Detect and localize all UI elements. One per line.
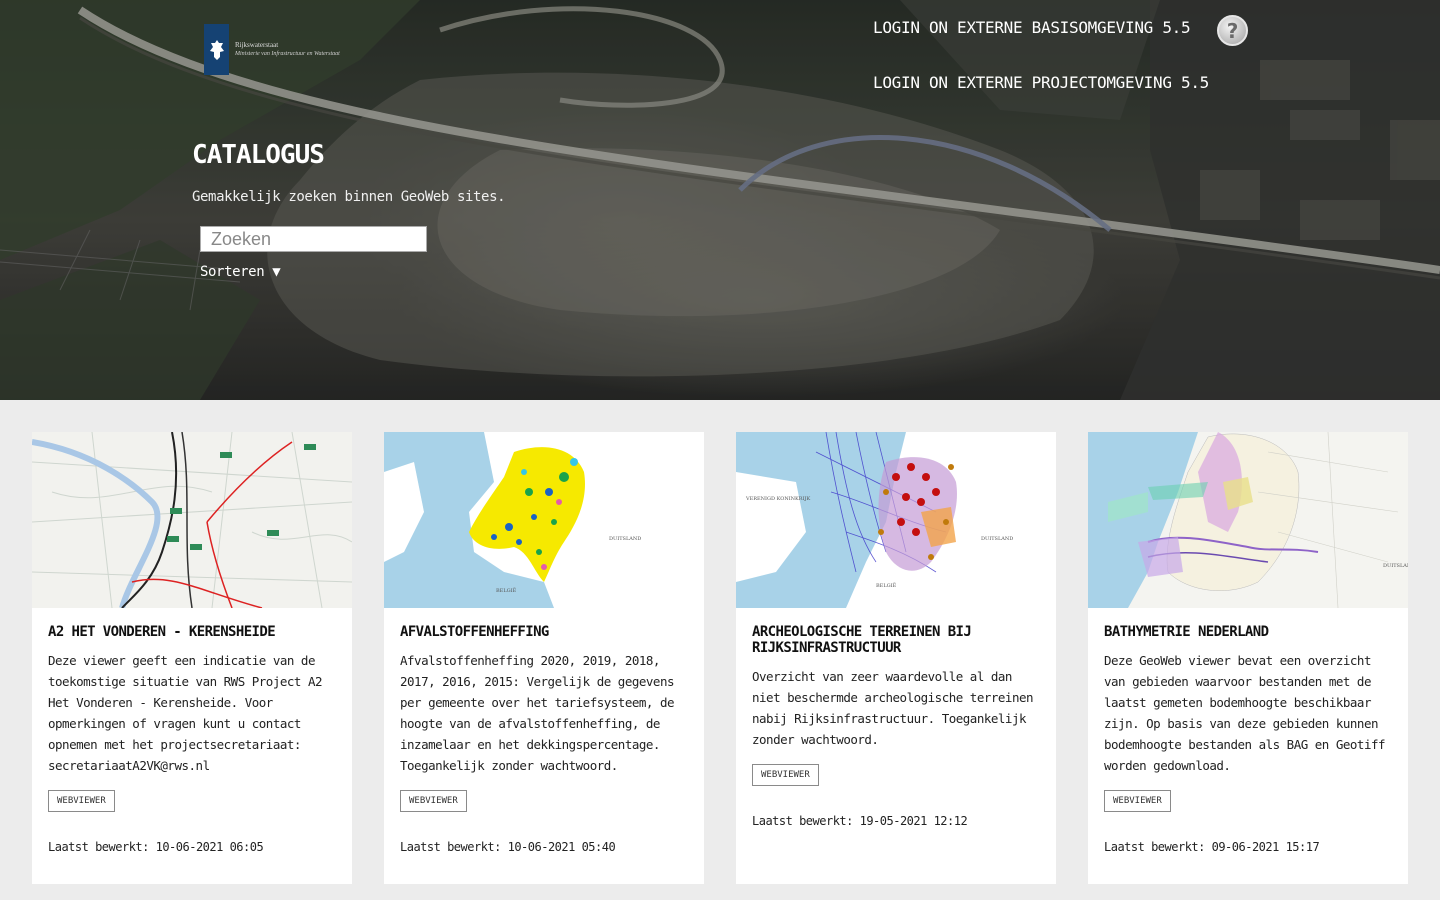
search-input[interactable] [200,226,427,252]
catalog-card: DUITSLAND BATHYMETRIE NEDERLAND Deze Geo… [1088,432,1408,884]
card-thumbnail-map[interactable]: VERENIGD KONINKRIJK DUITSLAND BELGIË [736,432,1056,608]
question-mark-icon[interactable]: ? [1217,15,1248,46]
webviewer-button[interactable]: WEBVIEWER [48,790,115,812]
webviewer-button[interactable]: WEBVIEWER [1104,790,1171,812]
page-title: CATALOGUS [192,140,325,170]
card-title[interactable]: A2 HET VONDEREN - KERENSHEIDE [48,624,336,640]
logo-line-2: Ministerie van Infrastructuur en Waterst… [235,50,340,57]
card-description: Afvalstoffenheffing 2020, 2019, 2018, 20… [400,653,675,773]
logo-line-1: Rijkswaterstaat [235,40,279,49]
card-thumbnail-map[interactable]: DUITSLAND BELGIË [384,432,704,608]
map-label-belgie: BELGIË [876,582,897,589]
card-description: Overzicht van zeer waardevolle al dan ni… [752,669,1034,747]
catalog-card: VERENIGD KONINKRIJK DUITSLAND BELGIË ARC… [736,432,1056,884]
crest-icon [204,24,229,75]
card-thumbnail-map[interactable]: DUITSLAND [1088,432,1408,608]
card-thumbnail-map[interactable] [32,432,352,608]
sort-dropdown[interactable]: Sorteren ▼ [200,264,281,280]
card-title[interactable]: ARCHEOLOGISCHE TERREINEN BIJ RIJKSINFRAS… [752,624,1040,656]
card-description: Deze viewer geeft een indicatie van de t… [48,653,323,773]
map-label-duitsland: DUITSLAND [981,536,1013,542]
card-last-edited: Laatst bewerkt: 10-06-2021 05:40 [400,840,616,854]
webviewer-button[interactable]: WEBVIEWER [400,790,467,812]
card-last-edited: Laatst bewerkt: 19-05-2021 12:12 [752,814,968,828]
card-description: Deze GeoWeb viewer bevat een overzicht v… [1104,653,1386,773]
card-last-edited: Laatst bewerkt: 10-06-2021 06:05 [48,840,264,854]
map-label-duitsland: DUITSLAND [609,536,641,542]
catalog-card: A2 HET VONDEREN - KERENSHEIDE Deze viewe… [32,432,352,884]
card-title[interactable]: AFVALSTOFFENHEFFING [400,624,688,640]
logo-wordmark: Rijkswaterstaat Ministerie van Infrastru… [235,41,340,59]
login-basisomgeving-link[interactable]: LOGIN ON EXTERNE BASISOMGEVING 5.5 [873,18,1191,37]
map-label-belgie: BELGIË [496,587,517,594]
hero-banner: Rijkswaterstaat Ministerie van Infrastru… [0,0,1440,400]
catalog-card: DUITSLAND BELGIË AFVALSTOFFENHEFFING Afv… [384,432,704,884]
rijkswaterstaat-logo[interactable]: Rijkswaterstaat Ministerie van Infrastru… [204,24,340,75]
webviewer-button[interactable]: WEBVIEWER [752,764,819,786]
map-label-vk: VERENIGD KONINKRIJK [745,496,811,502]
page-subtitle: Gemakkelijk zoeken binnen GeoWeb sites. [192,189,506,205]
card-title[interactable]: BATHYMETRIE NEDERLAND [1104,624,1392,640]
map-label-duitsland: DUITSLAND [1383,563,1408,569]
login-projectomgeving-link[interactable]: LOGIN ON EXTERNE PROJECTOMGEVING 5.5 [873,73,1209,92]
card-last-edited: Laatst bewerkt: 09-06-2021 15:17 [1104,840,1320,854]
